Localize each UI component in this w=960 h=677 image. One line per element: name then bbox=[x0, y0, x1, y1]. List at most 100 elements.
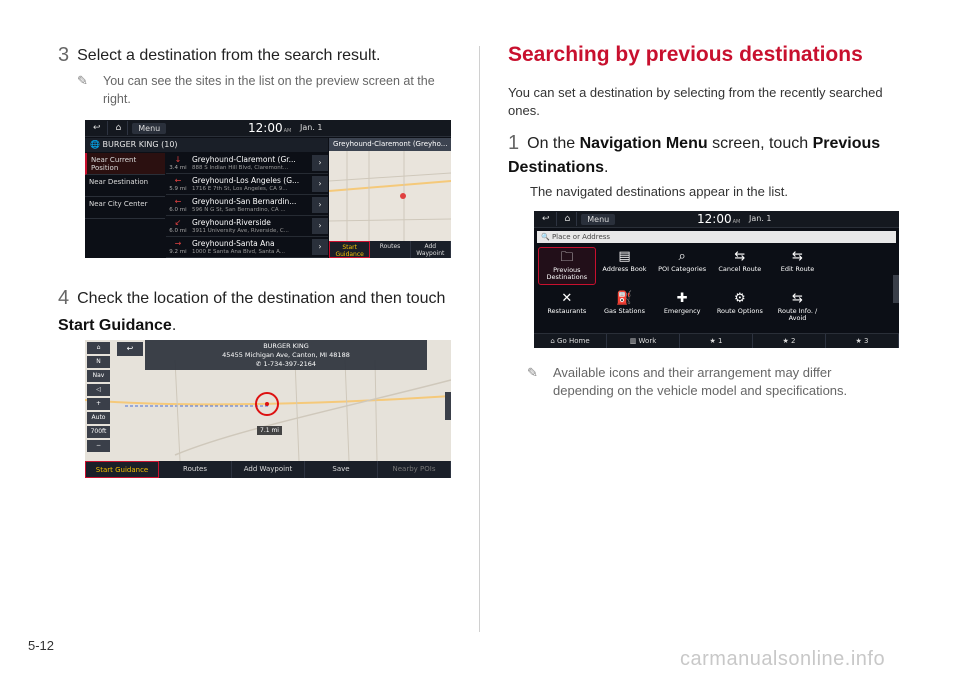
gear-icon: ⚙ bbox=[734, 291, 746, 306]
cancel-route-icon: ⇆ bbox=[734, 249, 746, 264]
menu-grid: 🗀 Previous Destinations ▤ Address Book ⌕ PO… bbox=[538, 247, 884, 327]
empty-cell bbox=[826, 247, 884, 285]
book-icon: ▤ bbox=[618, 249, 631, 264]
scale-label: 700ft bbox=[87, 426, 110, 438]
back-icon[interactable]: ↩ bbox=[536, 212, 557, 226]
step-3: 3 Select a destination from the search re… bbox=[58, 43, 380, 68]
home-icon[interactable]: ⌂ bbox=[87, 342, 110, 354]
address-book-button[interactable]: ▤ Address Book bbox=[596, 247, 654, 285]
page-number: 5-12 bbox=[28, 638, 55, 653]
destination-pin-icon bbox=[255, 392, 279, 416]
option-near-city-center[interactable]: Near City Center bbox=[85, 197, 165, 219]
menu-button[interactable]: Menu bbox=[581, 213, 616, 225]
favorite-3-button[interactable]: ★ 3 bbox=[826, 334, 899, 348]
home-icon[interactable]: ⌂ bbox=[110, 121, 129, 135]
cancel-route-button[interactable]: ⇆ Cancel Route bbox=[711, 247, 769, 285]
gas-stations-button[interactable]: ⛽ Gas Stations bbox=[596, 289, 654, 327]
note-3: ✎ You can see the sites in the list on t… bbox=[77, 72, 453, 108]
routes-button[interactable]: Routes bbox=[159, 461, 232, 478]
side-handle[interactable] bbox=[445, 392, 451, 420]
chevron-right-icon[interactable]: › bbox=[312, 176, 328, 192]
step-number: 1 bbox=[508, 132, 520, 154]
zoom-in-button[interactable]: + bbox=[87, 398, 110, 410]
edit-route-button[interactable]: ⇆ Edit Route bbox=[769, 247, 827, 285]
folder-icon: 🗀 bbox=[560, 250, 574, 265]
zoom-out-button[interactable]: − bbox=[87, 440, 110, 452]
result-address: 1716 E 7th St, Los Angeles, CA 9... bbox=[192, 186, 288, 192]
chevron-right-icon[interactable]: › bbox=[312, 239, 328, 255]
section-title: Searching by previous destinations bbox=[508, 43, 863, 66]
result-item[interactable]: ↓ 3.4 mi Greyhound-Claremont (Gr... 888 … bbox=[166, 153, 328, 174]
back-icon[interactable]: ↩ bbox=[87, 121, 108, 135]
side-handle[interactable] bbox=[893, 275, 899, 303]
result-distance: 3.4 mi bbox=[169, 165, 187, 171]
previous-destinations-button[interactable]: 🗀 Previous Destinations bbox=[538, 247, 596, 285]
place-phone: ✆ 1-734-397-2164 bbox=[255, 360, 317, 368]
emergency-icon: ✚ bbox=[676, 291, 688, 306]
favorite-1-button[interactable]: ★ 1 bbox=[680, 334, 753, 348]
empty-cell bbox=[826, 289, 884, 327]
go-home-button[interactable]: ⌂ Go Home bbox=[534, 334, 607, 348]
note-pen-icon: ✎ bbox=[77, 73, 88, 88]
emergency-button[interactable]: ✚ Emergency bbox=[653, 289, 711, 327]
result-name: Greyhound-Riverside bbox=[192, 218, 271, 227]
edit-route-icon: ⇆ bbox=[792, 249, 803, 264]
option-near-current[interactable]: Near Current Position bbox=[85, 153, 165, 175]
option-near-destination[interactable]: Near Destination bbox=[85, 175, 165, 197]
chevron-right-icon[interactable]: › bbox=[312, 197, 328, 213]
route-options-button[interactable]: ⚙ Route Options bbox=[711, 289, 769, 327]
favorite-2-button[interactable]: ★ 2 bbox=[753, 334, 826, 348]
result-name: Greyhound-Claremont (Gr... bbox=[192, 155, 296, 164]
work-button[interactable]: ▥ Work bbox=[607, 334, 680, 348]
step-1-sub: The navigated destinations appear in the… bbox=[530, 184, 789, 199]
result-item[interactable]: ← 6.0 mi Greyhound-San Bernardin... 596 … bbox=[166, 195, 328, 216]
add-waypoint-button[interactable]: Add Waypoint bbox=[410, 241, 451, 258]
step-4: 4 Check the location of the destination a… bbox=[58, 287, 446, 334]
place-address: 45455 Michigan Ave, Canton, MI 48188 bbox=[222, 351, 350, 359]
gas-icon: ⛽ bbox=[616, 291, 633, 306]
result-distance: 5.9 mi bbox=[169, 186, 187, 192]
guidance-map[interactable]: ⌂ N Nav ◁ + Auto 700ft − ↩ BURGER KING 4… bbox=[85, 340, 451, 478]
home-icon[interactable]: ⌂ bbox=[559, 212, 578, 226]
result-address: 1000 E Santa Ana Blvd, Santa A... bbox=[192, 249, 286, 255]
note-pen-icon: ✎ bbox=[527, 365, 538, 380]
clock: 12:00AM bbox=[248, 121, 292, 135]
menu-button[interactable]: Menu bbox=[132, 122, 167, 134]
watermark: carmanualsonline.info bbox=[680, 648, 886, 670]
chevron-right-icon[interactable]: › bbox=[312, 155, 328, 171]
map-controls: ⌂ N Nav ◁ + Auto 700ft − bbox=[87, 342, 111, 454]
sound-icon[interactable]: ◁ bbox=[87, 384, 110, 396]
chevron-right-icon[interactable]: › bbox=[312, 218, 328, 234]
manual-page: 3 Select a destination from the search re… bbox=[0, 0, 960, 677]
place-name: BURGER KING bbox=[263, 342, 309, 350]
back-icon[interactable]: ↩ bbox=[117, 342, 143, 356]
compass-icon[interactable]: N bbox=[87, 356, 110, 368]
preview-map[interactable]: Greyhound-Claremont (Greyho... bbox=[329, 138, 451, 258]
direction-icon: ↙ bbox=[174, 218, 182, 227]
restaurants-button[interactable]: ✕ Restaurants bbox=[538, 289, 596, 327]
search-result-screen: ↩ ⌂ Menu 12:00AM Jan. 1 🌐 BURGER KING (1… bbox=[85, 120, 451, 258]
save-button[interactable]: Save bbox=[305, 461, 378, 478]
preview-title: Greyhound-Claremont (Greyho... bbox=[329, 138, 451, 151]
start-guidance-button[interactable]: Start Guidance bbox=[329, 241, 371, 258]
poi-categories-button[interactable]: ⌕ POI Categories bbox=[653, 247, 711, 285]
result-item[interactable]: ↙ 6.0 mi Greyhound-Riverside 3911 Univer… bbox=[166, 216, 328, 237]
result-name: Greyhound-Los Angeles (G... bbox=[192, 176, 300, 185]
nearby-pois-button[interactable]: Nearby POIs bbox=[378, 461, 451, 478]
step-number: 3 bbox=[58, 44, 70, 66]
route-info-avoid-button[interactable]: ⇆ Route Info. / Avoid bbox=[769, 289, 827, 327]
start-guidance-button[interactable]: Start Guidance bbox=[85, 461, 159, 478]
routes-button[interactable]: Routes bbox=[370, 241, 411, 258]
result-item[interactable]: ← 5.9 mi Greyhound-Los Angeles (G... 171… bbox=[166, 174, 328, 195]
date: Jan. 1 bbox=[749, 214, 772, 223]
result-name: Greyhound-Santa Ana bbox=[192, 239, 275, 248]
nav-button[interactable]: Nav bbox=[87, 370, 110, 382]
auto-zoom[interactable]: Auto bbox=[87, 412, 110, 424]
direction-icon: → bbox=[174, 239, 182, 248]
step-bold: Start Guidance bbox=[58, 317, 172, 334]
step-1: 1 On the Navigation Menu screen, touch Pr… bbox=[508, 132, 881, 176]
result-item[interactable]: → 9.2 mi Greyhound-Santa Ana 1000 E Sant… bbox=[166, 237, 328, 258]
add-waypoint-button[interactable]: Add Waypoint bbox=[232, 461, 305, 478]
place-search-input[interactable]: 🔍 Place or Address bbox=[537, 231, 896, 243]
result-distance: 6.0 mi bbox=[169, 228, 187, 234]
